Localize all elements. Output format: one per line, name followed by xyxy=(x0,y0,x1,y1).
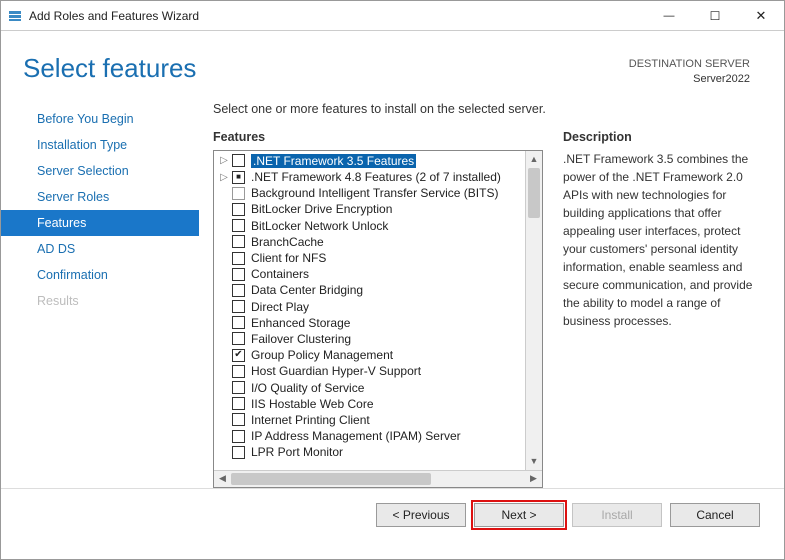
feature-row[interactable]: Data Center Bridging xyxy=(218,282,525,298)
feature-checkbox[interactable] xyxy=(232,332,245,345)
expand-icon[interactable]: ▷ xyxy=(218,172,230,183)
instruction-text: Select one or more features to install o… xyxy=(213,102,760,116)
feature-label[interactable]: Containers xyxy=(251,267,309,281)
feature-label[interactable]: IIS Hostable Web Core xyxy=(251,397,374,411)
features-tree: ▷ .NET Framework 3.5 Features ▷ .NET Framew… xyxy=(213,150,543,488)
wizard-step-features[interactable]: Features xyxy=(1,210,199,236)
feature-checkbox[interactable] xyxy=(232,235,245,248)
cancel-button[interactable]: Cancel xyxy=(670,503,760,527)
feature-checkbox[interactable] xyxy=(232,381,245,394)
window-title: Add Roles and Features Wizard xyxy=(29,9,646,23)
feature-checkbox[interactable] xyxy=(232,219,245,232)
scroll-thumb[interactable] xyxy=(528,168,540,218)
feature-label[interactable]: Enhanced Storage xyxy=(251,316,350,330)
next-button[interactable]: Next > xyxy=(474,503,564,527)
feature-row[interactable]: ▷ .NET Framework 4.8 Features (2 of 7 ins… xyxy=(218,169,525,185)
install-button: Install xyxy=(572,503,662,527)
feature-label[interactable]: BitLocker Drive Encryption xyxy=(251,202,392,216)
feature-checkbox[interactable] xyxy=(232,203,245,216)
feature-label[interactable]: IP Address Management (IPAM) Server xyxy=(251,429,461,443)
feature-row[interactable]: Host Guardian Hyper-V Support xyxy=(218,363,525,379)
titlebar: Add Roles and Features Wizard xyxy=(1,1,784,31)
feature-checkbox[interactable] xyxy=(232,171,245,184)
feature-label[interactable]: I/O Quality of Service xyxy=(251,381,364,395)
feature-row[interactable]: Internet Printing Client xyxy=(218,412,525,428)
scroll-right-icon[interactable]: ▶ xyxy=(525,473,542,484)
feature-label[interactable]: Background Intelligent Transfer Service … xyxy=(251,186,498,200)
footer-buttons: < Previous Next > Install Cancel xyxy=(1,488,784,527)
minimize-button[interactable] xyxy=(646,1,692,31)
feature-label[interactable]: Direct Play xyxy=(251,300,309,314)
feature-row[interactable]: Group Policy Management xyxy=(218,347,525,363)
wizard-step-installation-type[interactable]: Installation Type xyxy=(1,132,199,158)
feature-label[interactable]: LPR Port Monitor xyxy=(251,445,343,459)
feature-checkbox[interactable] xyxy=(232,349,245,362)
destination-name: Server2022 xyxy=(629,72,750,87)
destination-label: DESTINATION SERVER xyxy=(629,57,750,72)
feature-checkbox[interactable] xyxy=(232,154,245,167)
horizontal-scrollbar[interactable]: ◀ ▶ xyxy=(214,470,542,487)
feature-label[interactable]: Host Guardian Hyper-V Support xyxy=(251,364,421,378)
expand-icon[interactable]: ▷ xyxy=(218,155,230,166)
maximize-button[interactable] xyxy=(692,1,738,31)
feature-row[interactable]: Client for NFS xyxy=(218,250,525,266)
feature-label[interactable]: Internet Printing Client xyxy=(251,413,370,427)
feature-row[interactable]: BitLocker Drive Encryption xyxy=(218,201,525,217)
wizard-step-before-you-begin[interactable]: Before You Begin xyxy=(1,106,199,132)
close-button[interactable] xyxy=(738,1,784,31)
feature-label[interactable]: Failover Clustering xyxy=(251,332,351,346)
wizard-step-server-selection[interactable]: Server Selection xyxy=(1,158,199,184)
feature-row[interactable]: Containers xyxy=(218,266,525,282)
feature-label[interactable]: Client for NFS xyxy=(251,251,326,265)
feature-checkbox[interactable] xyxy=(232,187,245,200)
feature-checkbox[interactable] xyxy=(232,446,245,459)
wizard-step-confirmation[interactable]: Confirmation xyxy=(1,262,199,288)
features-label: Features xyxy=(213,130,543,144)
wizard-step-ad-ds[interactable]: AD DS xyxy=(1,236,199,262)
feature-row[interactable]: Direct Play xyxy=(218,298,525,314)
feature-row[interactable]: BranchCache xyxy=(218,234,525,250)
feature-label[interactable]: Group Policy Management xyxy=(251,348,393,362)
description-label: Description xyxy=(563,130,760,144)
feature-label[interactable]: .NET Framework 4.8 Features (2 of 7 inst… xyxy=(251,170,501,184)
feature-label[interactable]: Data Center Bridging xyxy=(251,283,363,297)
feature-row[interactable]: I/O Quality of Service xyxy=(218,379,525,395)
feature-checkbox[interactable] xyxy=(232,413,245,426)
wizard-steps: Before You BeginInstallation TypeServer … xyxy=(1,96,199,488)
hscroll-thumb[interactable] xyxy=(231,473,431,485)
vertical-scrollbar[interactable]: ▲ ▼ xyxy=(525,151,542,470)
feature-label[interactable]: .NET Framework 3.5 Features xyxy=(251,154,416,168)
scroll-down-icon[interactable]: ▼ xyxy=(526,453,542,470)
wizard-step-server-roles[interactable]: Server Roles xyxy=(1,184,199,210)
feature-row[interactable]: ▷ .NET Framework 3.5 Features xyxy=(218,153,525,169)
feature-checkbox[interactable] xyxy=(232,365,245,378)
scroll-left-icon[interactable]: ◀ xyxy=(214,473,231,484)
feature-checkbox[interactable] xyxy=(232,284,245,297)
feature-row[interactable]: Background Intelligent Transfer Service … xyxy=(218,185,525,201)
previous-button[interactable]: < Previous xyxy=(376,503,466,527)
feature-row[interactable]: Failover Clustering xyxy=(218,331,525,347)
feature-label[interactable]: BitLocker Network Unlock xyxy=(251,219,388,233)
feature-label[interactable]: BranchCache xyxy=(251,235,324,249)
wizard-step-results: Results xyxy=(1,288,199,314)
feature-checkbox[interactable] xyxy=(232,397,245,410)
feature-checkbox[interactable] xyxy=(232,252,245,265)
feature-row[interactable]: LPR Port Monitor xyxy=(218,444,525,460)
page-title: Select features xyxy=(23,53,629,84)
description-text: .NET Framework 3.5 combines the power of… xyxy=(563,150,760,330)
destination-server: DESTINATION SERVER Server2022 xyxy=(629,57,750,88)
scroll-up-icon[interactable]: ▲ xyxy=(526,151,542,168)
feature-checkbox[interactable] xyxy=(232,316,245,329)
feature-checkbox[interactable] xyxy=(232,268,245,281)
feature-row[interactable]: Enhanced Storage xyxy=(218,315,525,331)
feature-row[interactable]: IIS Hostable Web Core xyxy=(218,396,525,412)
feature-checkbox[interactable] xyxy=(232,300,245,313)
feature-row[interactable]: IP Address Management (IPAM) Server xyxy=(218,428,525,444)
feature-row[interactable]: BitLocker Network Unlock xyxy=(218,218,525,234)
feature-checkbox[interactable] xyxy=(232,430,245,443)
server-manager-icon xyxy=(7,8,23,24)
